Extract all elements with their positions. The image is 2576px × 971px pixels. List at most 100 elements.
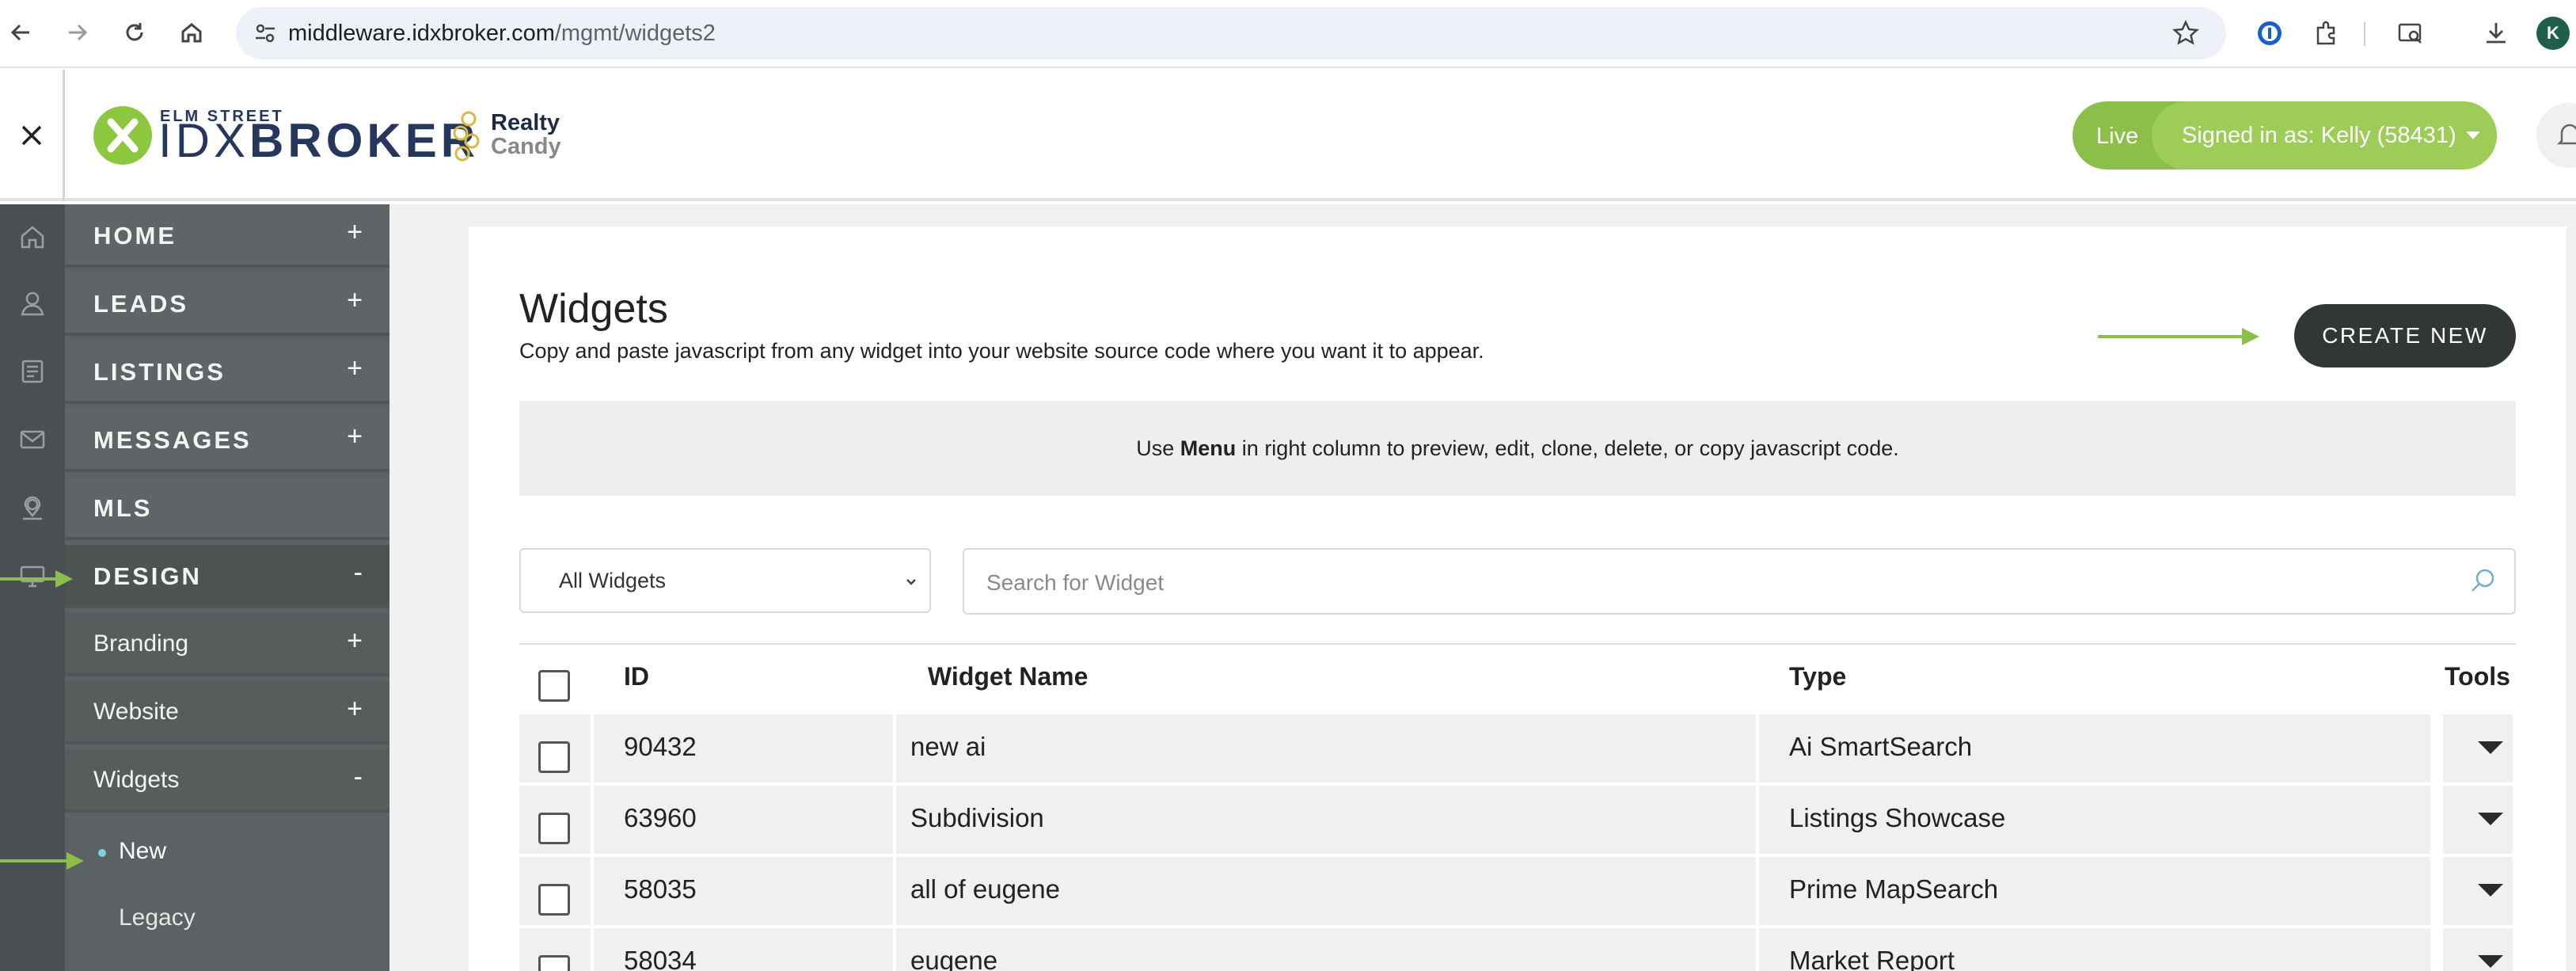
expand-icon: + [347, 285, 363, 315]
sidebar-item-messages[interactable]: MESSAGES + [65, 409, 389, 472]
sidebar-item-design[interactable]: DESIGN - [65, 545, 389, 608]
back-icon[interactable] [2, 13, 40, 51]
forward-icon[interactable] [59, 13, 97, 51]
row-name: new ai [910, 732, 986, 761]
notifications-button[interactable] [2536, 103, 2576, 168]
column-header-id[interactable]: ID [624, 662, 649, 691]
row-type: Listings Showcase [1789, 803, 2006, 832]
row-type: Ai SmartSearch [1789, 732, 1973, 761]
map-pin-nav-icon[interactable] [11, 486, 54, 529]
browser-toolbar: middleware.idxbroker.com/mgmt/widgets2 K [0, 0, 2576, 68]
address-bar[interactable]: middleware.idxbroker.com/mgmt/widgets2 [236, 7, 2226, 59]
extensions-icon[interactable] [2308, 15, 2345, 51]
sidebar-item-widgets[interactable]: Widgets - [65, 749, 389, 813]
bookmark-star-icon[interactable] [2172, 20, 2199, 47]
site-settings-icon[interactable] [253, 21, 277, 45]
expand-icon: + [347, 626, 363, 656]
new-pointer-arrow-icon [0, 852, 84, 870]
search-input[interactable] [986, 567, 2411, 599]
page-title: Widgets [519, 286, 668, 332]
expand-icon: + [347, 421, 363, 451]
home-nav-icon[interactable] [11, 215, 54, 258]
table-row: 58035 all of eugene Prime MapSearch [519, 857, 2516, 925]
sidebar-item-home[interactable]: HOME + [65, 204, 389, 268]
row-name: eugene [910, 946, 998, 971]
expand-icon: + [347, 353, 363, 383]
mail-nav-icon[interactable] [11, 418, 54, 461]
caret-down-icon [2465, 131, 2480, 139]
create-pointer-arrow-icon [2098, 328, 2259, 345]
app-header: ELM STREET IDXBROKER Realty Candy Live S… [0, 70, 2576, 201]
table-row: 63960 Subdivision Listings Showcase [519, 786, 2516, 854]
user-nav-icon[interactable] [11, 282, 54, 325]
live-label: Live [2096, 124, 2139, 149]
close-menu-button[interactable] [0, 70, 65, 201]
caret-down-icon [2478, 884, 2503, 897]
account-menu-button[interactable]: Signed in as: Kelly (58431) [2152, 101, 2497, 169]
tab-search-icon[interactable] [2392, 15, 2429, 51]
sidebar-item-widgets-new[interactable]: New [65, 819, 389, 885]
row-checkbox[interactable] [538, 884, 570, 916]
expand-icon: + [347, 694, 363, 724]
row-checkbox[interactable] [538, 813, 570, 844]
create-new-button[interactable]: CREATE NEW [2294, 304, 2516, 367]
row-id: 63960 [624, 803, 697, 832]
sidebar-item-widgets-legacy[interactable]: Legacy [65, 885, 389, 952]
info-banner: Use Menu in right column to preview, edi… [519, 401, 2516, 496]
sidebar-item-website[interactable]: Website + [65, 681, 389, 744]
row-type: Prime MapSearch [1789, 874, 1999, 904]
row-tools-menu[interactable] [2443, 786, 2513, 854]
live-toggle[interactable]: Live Signed in as: Kelly (58431) [2073, 101, 2497, 169]
row-id: 90432 [624, 732, 697, 761]
search-icon [2472, 569, 2494, 592]
row-name: Subdivision [910, 803, 1044, 832]
sidebar-item-listings[interactable]: LISTINGS + [65, 341, 389, 404]
row-checkbox[interactable] [538, 955, 570, 971]
active-dot-icon [98, 849, 106, 857]
download-icon[interactable] [2478, 15, 2514, 51]
collapse-icon: - [353, 762, 363, 792]
profile-avatar[interactable]: K [2536, 17, 2570, 50]
bell-icon [2556, 124, 2576, 145]
table-row: 58034 eugene Market Report [519, 928, 2516, 971]
row-tools-menu[interactable] [2443, 857, 2513, 925]
row-name: all of eugene [910, 874, 1060, 904]
table-row: 90432 new ai Ai SmartSearch [519, 714, 2516, 783]
row-type: Market Report [1789, 946, 1955, 971]
row-id: 58034 [624, 946, 697, 971]
design-pointer-arrow-icon [0, 570, 73, 588]
row-tools-menu[interactable] [2443, 928, 2513, 971]
sidebar-item-mls[interactable]: MLS [65, 477, 389, 540]
realty-candy-logo-icon [451, 111, 483, 162]
collapse-icon: - [353, 558, 363, 588]
column-header-type[interactable]: Type [1789, 662, 1846, 691]
sidebar-item-leads[interactable]: LEADS + [65, 272, 389, 336]
idx-logo-mark [93, 106, 152, 165]
row-tools-menu[interactable] [2443, 714, 2513, 783]
sidebar-item-branding[interactable]: Branding + [65, 613, 389, 676]
home-icon[interactable] [173, 13, 211, 51]
caret-down-icon [2478, 741, 2503, 754]
select-all-checkbox[interactable] [538, 670, 570, 702]
url-text: middleware.idxbroker.com/mgmt/widgets2 [288, 21, 716, 46]
logo-wordmark: IDXBROKER [158, 114, 480, 167]
column-header-tools: Tools [2445, 662, 2510, 691]
sidebar: HOME + LEADS + LISTINGS + MESSAGES + MLS… [65, 204, 389, 971]
listings-nav-icon[interactable] [11, 350, 54, 393]
chevron-down-icon [906, 579, 916, 585]
realty-candy-logo: Realty Candy [491, 110, 561, 160]
widget-filter-select[interactable]: All Widgets [519, 548, 931, 613]
expand-icon: + [347, 217, 363, 247]
row-id: 58035 [624, 874, 697, 904]
reload-icon[interactable] [116, 13, 154, 51]
page-subtitle: Copy and paste javascript from any widge… [519, 339, 1484, 363]
caret-down-icon [2478, 813, 2503, 825]
close-icon [21, 125, 41, 146]
search-field[interactable] [963, 548, 2516, 615]
caret-down-icon [2478, 955, 2503, 968]
toolbar-divider [2364, 22, 2365, 46]
row-checkbox[interactable] [538, 741, 570, 773]
table-divider [519, 643, 2516, 645]
password-manager-icon[interactable] [2251, 15, 2288, 51]
column-header-name[interactable]: Widget Name [928, 662, 1088, 691]
